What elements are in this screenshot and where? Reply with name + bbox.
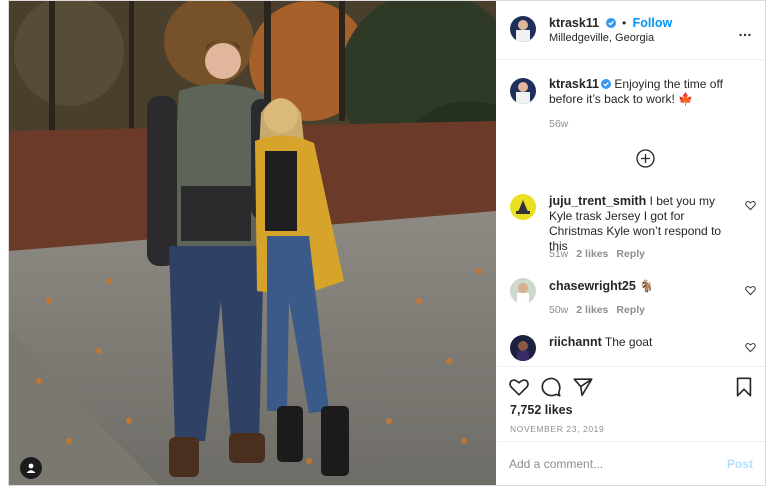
bookmark-icon[interactable] xyxy=(733,376,755,398)
post-dialog: ktrask11 • Follow Milledgeville, Georgia… xyxy=(8,0,766,486)
post-header: ktrask11 • Follow Milledgeville, Georgia… xyxy=(497,1,765,60)
verified-badge-icon xyxy=(605,15,616,28)
caption-avatar[interactable] xyxy=(510,78,536,104)
post-location[interactable]: Milledgeville, Georgia xyxy=(549,32,654,44)
comment-username[interactable]: juju_trent_smith xyxy=(549,194,646,208)
add-comment-bar: Post xyxy=(497,441,765,486)
caption-username[interactable]: ktrask11 xyxy=(549,77,599,91)
post-actions: 7,752 likes NOVEMBER 23, 2019 xyxy=(497,366,765,442)
comment-meta: 51w 2 likes Reply xyxy=(549,248,645,260)
author-avatar[interactable] xyxy=(510,16,536,42)
commenter-avatar[interactable] xyxy=(510,335,536,361)
comment-age: 51w xyxy=(549,248,569,260)
verified-badge-icon xyxy=(601,78,612,89)
tagged-users-button[interactable] xyxy=(20,457,42,479)
comment-text: 🐐 xyxy=(639,279,655,293)
comment-age: 50w xyxy=(549,304,569,316)
caption: ktrask11 Enjoying the time off before it… xyxy=(549,77,739,107)
comment-body: chasewright25 🐐 xyxy=(549,279,739,294)
post-comment-button[interactable]: Post xyxy=(727,457,753,471)
post-sidebar: ktrask11 • Follow Milledgeville, Georgia… xyxy=(497,1,765,485)
separator-dot: • xyxy=(621,16,627,30)
load-more-comments-button[interactable] xyxy=(636,149,655,168)
reply-button[interactable]: Reply xyxy=(616,248,645,260)
comment-username[interactable]: chasewright25 xyxy=(549,279,636,293)
like-comment-heart-icon[interactable] xyxy=(745,200,756,211)
share-icon[interactable] xyxy=(572,376,594,398)
author-username[interactable]: ktrask11 xyxy=(549,16,599,30)
comment-body: juju_trent_smith I bet you my Kyle trask… xyxy=(549,194,739,254)
caption-age: 56w xyxy=(549,118,569,130)
follow-button[interactable]: Follow xyxy=(633,16,673,30)
comment-username[interactable]: riichannt xyxy=(549,335,602,349)
comment-likes[interactable]: 2 likes xyxy=(576,304,608,316)
comment-likes[interactable]: 2 likes xyxy=(576,248,608,260)
comment-input[interactable] xyxy=(509,454,709,474)
commenter-avatar[interactable] xyxy=(510,278,536,304)
like-comment-heart-icon[interactable] xyxy=(745,285,756,296)
comment-text: The goat xyxy=(604,335,653,349)
post-photo[interactable] xyxy=(9,1,496,485)
commenter-avatar[interactable] xyxy=(510,194,536,220)
comment-meta: 50w 2 likes Reply xyxy=(549,304,645,316)
likes-count[interactable]: 7,752 likes xyxy=(510,403,573,417)
plus-circle-icon xyxy=(636,149,655,168)
comment-icon[interactable] xyxy=(540,376,562,398)
like-comment-heart-icon[interactable] xyxy=(745,342,756,353)
photo-image xyxy=(9,1,496,485)
comment-body: riichannt The goat xyxy=(549,335,739,350)
post-date: NOVEMBER 23, 2019 xyxy=(510,424,605,434)
reply-button[interactable]: Reply xyxy=(616,304,645,316)
more-options-button[interactable]: … xyxy=(738,23,753,39)
comments-list: ktrask11 Enjoying the time off before it… xyxy=(497,60,765,365)
heart-icon[interactable] xyxy=(508,376,530,398)
person-icon xyxy=(26,463,36,473)
